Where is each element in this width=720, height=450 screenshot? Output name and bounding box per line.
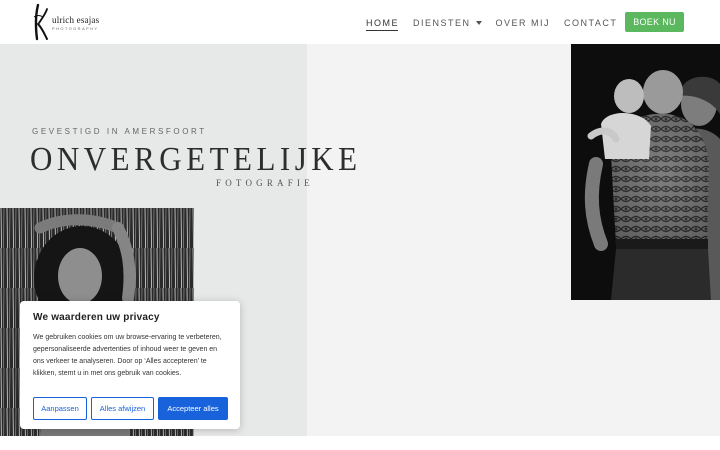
family-photo — [571, 44, 720, 300]
logo-name: ulrich esajas — [52, 15, 100, 25]
main-nav: HOME DIENSTEN OVER MIJ CONTACT — [366, 16, 631, 31]
cookie-description: We gebruiken cookies om uw browse-ervari… — [33, 334, 222, 377]
nav-diensten-label: DIENSTEN — [413, 18, 471, 28]
nav-diensten[interactable]: DIENSTEN — [413, 18, 482, 28]
nav-home[interactable]: HOME — [366, 18, 399, 31]
nav-contact[interactable]: CONTACT — [564, 18, 617, 28]
cookie-title: We waarderen uw privacy — [33, 312, 160, 323]
nav-over-mij[interactable]: OVER MIJ — [496, 18, 551, 28]
family-photo-illustration — [571, 44, 720, 300]
caret-down-icon — [475, 21, 482, 25]
cookie-accept-all-button[interactable]: Accepteer alles — [158, 397, 228, 420]
cookie-consent-dialog: We waarderen uw privacy We gebruiken coo… — [20, 301, 240, 429]
site-header: ulrich esajas PHOTOGRAPHY HOME DIENSTEN … — [0, 0, 720, 44]
logo-monogram-icon — [33, 3, 48, 41]
hero-kicker: GEVESTIGD IN AMERSFOORT — [32, 127, 207, 136]
nav-home-label: HOME — [366, 18, 399, 28]
hero-subtitle: FOTOGRAFIE — [216, 178, 314, 188]
cookie-reject-all-button[interactable]: Alles afwijzen — [91, 397, 154, 420]
book-now-button[interactable]: BOEK NU — [625, 12, 684, 32]
nav-contact-label: CONTACT — [564, 18, 618, 28]
nav-over-mij-label: OVER MIJ — [495, 18, 551, 28]
logo-tagline: PHOTOGRAPHY — [52, 26, 99, 31]
hero-title: ONVERGETELIJKE — [30, 140, 362, 178]
site-logo[interactable]: ulrich esajas PHOTOGRAPHY — [32, 3, 112, 41]
cookie-buttons: Aanpassen Alles afwijzen Accepteer alles — [33, 397, 228, 420]
cookie-customize-button[interactable]: Aanpassen — [33, 397, 87, 420]
